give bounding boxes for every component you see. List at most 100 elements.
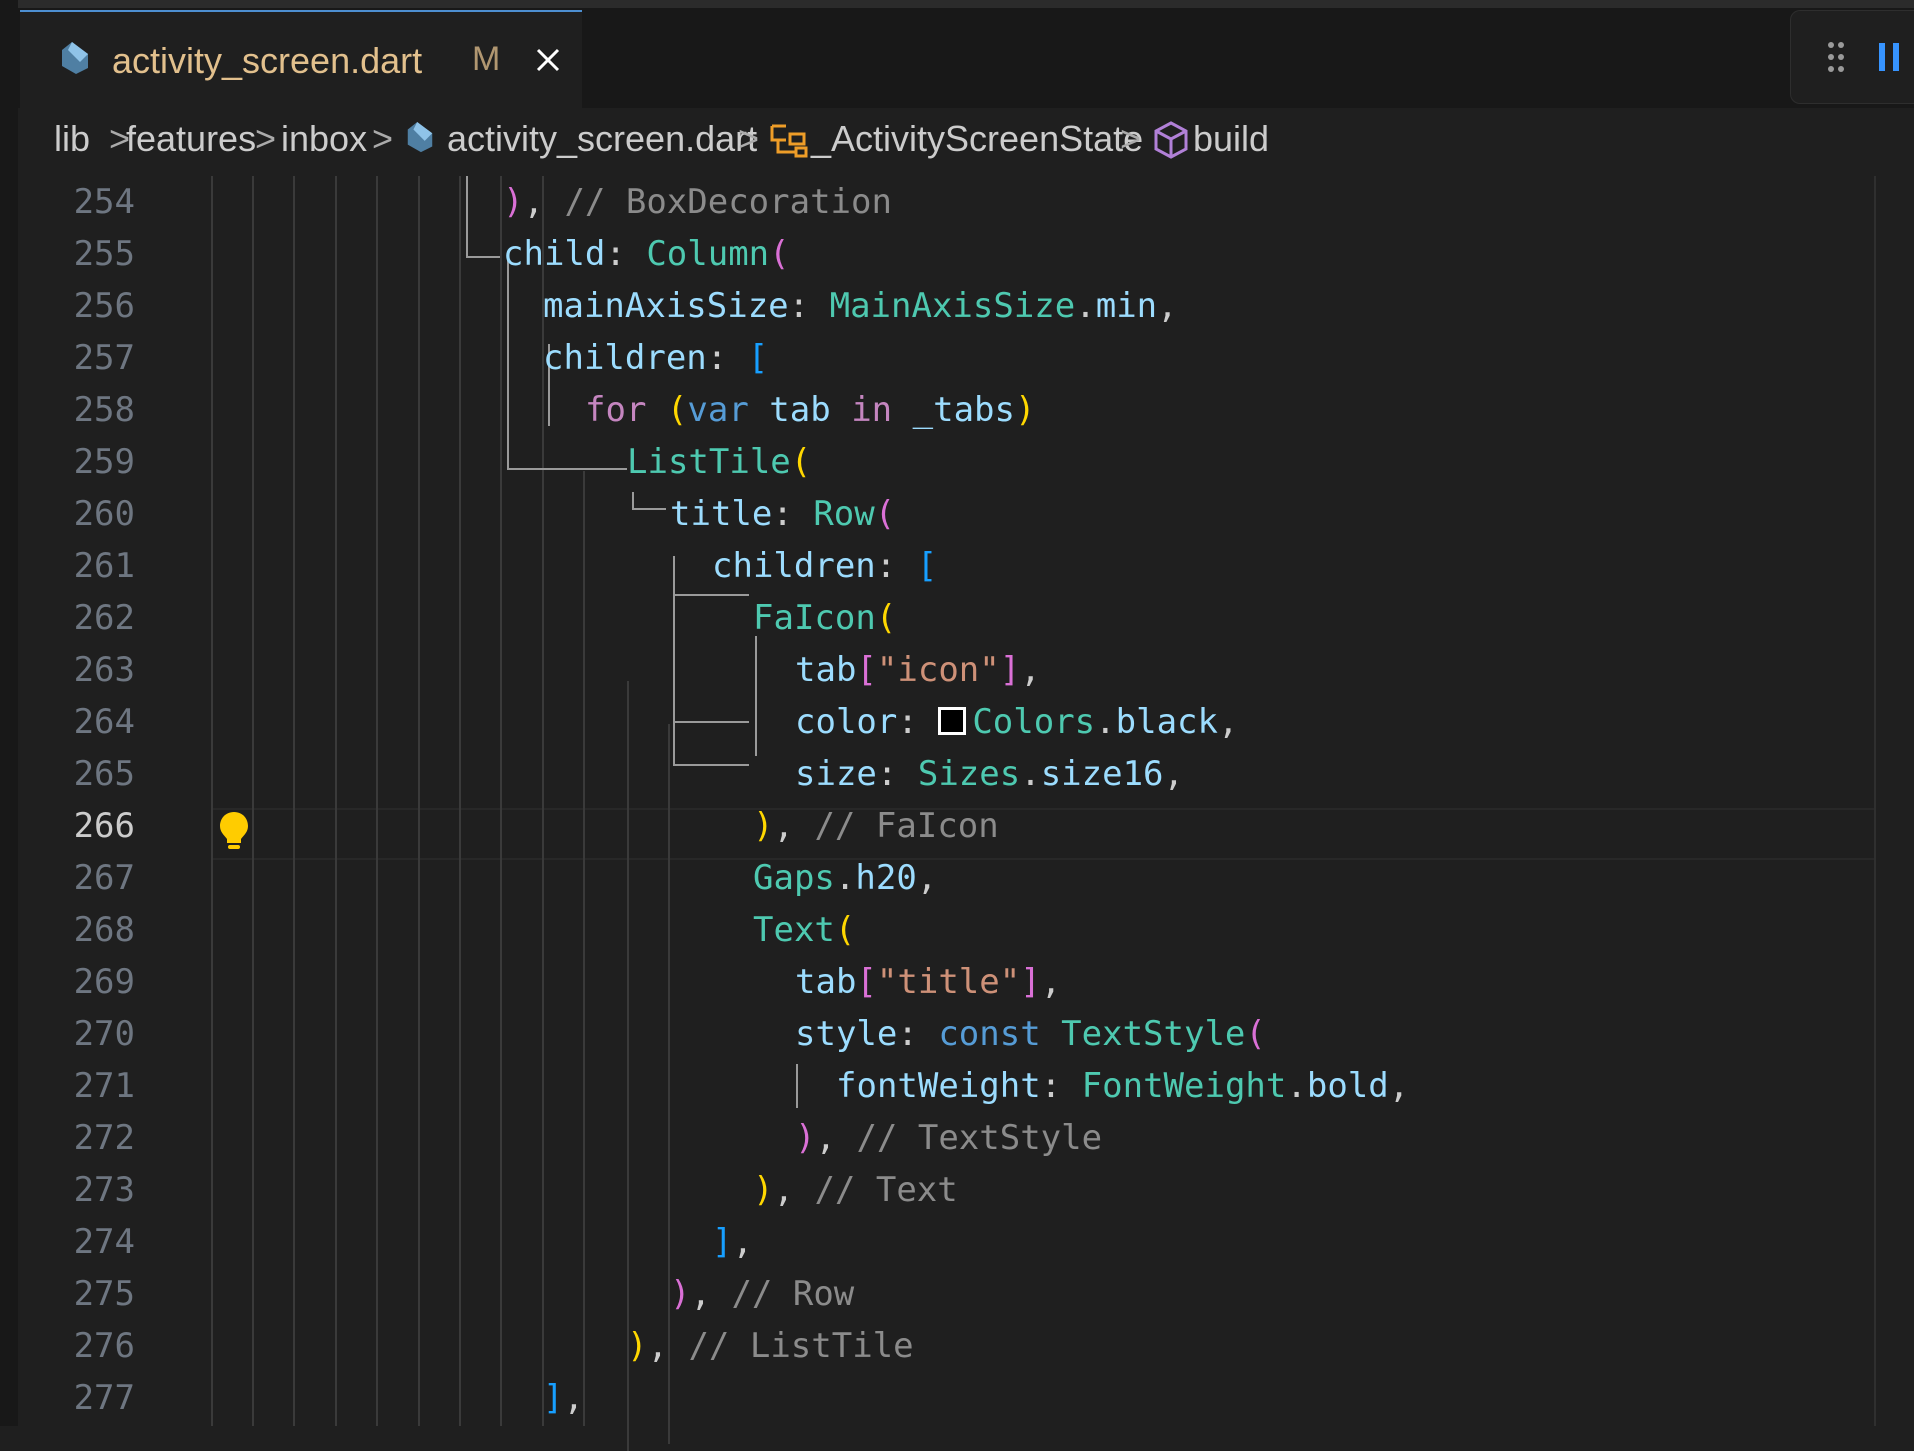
code-token: FaIcon [753,598,876,638]
close-icon[interactable] [528,40,568,80]
code-line[interactable]: ), // ListTile [627,1320,914,1372]
code-token: : [1040,1066,1082,1106]
tree-guide [673,594,749,596]
code-token: Colors [972,702,1096,742]
code-line[interactable]: Text( [753,904,855,956]
line-number[interactable]: 257 [40,332,135,384]
code-line[interactable]: ), // FaIcon [753,800,999,852]
code-line[interactable]: style: const TextStyle( [795,1008,1266,1060]
code-line[interactable]: ], [712,1216,753,1268]
breadcrumb-file[interactable]: activity_screen.dart [447,118,757,160]
code-token: title [670,494,773,534]
code-line[interactable]: for (var tab in _tabs) [585,384,1035,436]
code-token: // Text [814,1170,958,1210]
line-number[interactable]: 263 [40,644,135,696]
line-number[interactable]: 261 [40,540,135,592]
code-token: for [585,390,647,430]
code-token: : [897,1014,939,1054]
code-token: tab [795,650,857,690]
line-number[interactable]: 276 [40,1320,135,1372]
code-token: FontWeight [1081,1066,1287,1106]
code-token: ) [670,1274,691,1314]
code-editor[interactable]: 254 ), // BoxDecoration 255 child: Column( 2… [0,176,1914,1451]
code-line[interactable]: color: Colors.black, [795,696,1238,748]
breadcrumb-features[interactable]: features [126,118,256,160]
code-token: var [687,390,749,430]
line-number[interactable]: 273 [40,1164,135,1216]
line-number[interactable]: 268 [40,904,135,956]
line-number[interactable]: 270 [40,1008,135,1060]
line-number[interactable]: 264 [40,696,135,748]
indent-guide [335,176,337,1426]
breadcrumb-separator: > [738,118,760,159]
code-token: , [1388,1066,1410,1106]
code-line[interactable]: children: [ [712,540,937,592]
code-line[interactable]: size: Sizes.size16, [795,748,1184,800]
line-number[interactable]: 275 [40,1268,135,1320]
code-token: tab [769,390,831,430]
line-number[interactable]: 262 [40,592,135,644]
code-line[interactable]: ), // TextStyle [795,1112,1102,1164]
code-token: . [834,858,856,898]
code-token: , [1157,286,1178,326]
line-number[interactable]: 256 [40,280,135,332]
code-line[interactable]: ListTile( [627,436,811,488]
color-swatch[interactable] [938,707,967,735]
code-token: h20 [855,858,917,898]
code-token: Row [813,494,875,534]
code-line[interactable]: child: Column( [503,228,790,280]
code-token: : [876,754,918,794]
line-number[interactable]: 258 [40,384,135,436]
code-line[interactable]: fontWeight: FontWeight.bold, [836,1060,1409,1112]
code-token: , [1163,754,1184,794]
code-token: ] [1020,962,1041,1002]
line-number[interactable]: 274 [40,1216,135,1268]
code-line[interactable]: Gaps.h20, [753,852,937,904]
editor-tab-activity-screen[interactable]: activity_screen.dart M [20,10,582,108]
line-number[interactable]: 272 [40,1112,135,1164]
line-number[interactable]: 267 [40,852,135,904]
lightbulb-icon[interactable] [218,810,250,857]
code-token: children [543,338,707,378]
line-number[interactable]: 266 [40,800,135,852]
code-line[interactable]: ), // Row [670,1268,854,1320]
code-token: , [732,1222,753,1262]
code-line[interactable]: title: Row( [670,488,895,540]
code-token: . [1075,286,1096,326]
line-number[interactable]: 271 [40,1060,135,1112]
code-token: , [815,1118,857,1158]
line-number[interactable]: 259 [40,436,135,488]
breadcrumb-class[interactable]: _ActivityScreenState [811,118,1143,160]
code-line[interactable]: children: [ [543,332,768,384]
code-token: "title" [876,962,1021,1002]
code-line[interactable]: ), // Text [753,1164,958,1216]
breadcrumb-method[interactable]: build [1193,118,1269,160]
code-token: . [1095,702,1116,742]
code-line[interactable]: tab["title"], [795,956,1061,1008]
code-token: MainAxisSize [829,286,1076,326]
pause-icon[interactable] [1877,37,1903,82]
breadcrumb-lib[interactable]: lib [54,118,90,160]
line-number[interactable]: 260 [40,488,135,540]
drag-handle-icon[interactable] [1827,39,1847,80]
code-token: [ [856,650,877,690]
code-line[interactable]: ], [543,1372,584,1424]
code-token: ) [795,1118,816,1158]
code-token: Column [646,234,770,274]
line-number[interactable]: 265 [40,748,135,800]
line-number[interactable]: 254 [40,176,135,228]
code-token: bold [1306,1066,1389,1106]
code-token: . [1020,754,1041,794]
code-token: : [772,494,814,534]
code-line[interactable]: tab["icon"], [795,644,1041,696]
code-token: [ [747,338,769,378]
code-line[interactable]: ), // BoxDecoration [503,176,892,228]
line-number[interactable]: 269 [40,956,135,1008]
indent-guide [459,176,461,1426]
line-number[interactable]: 277 [40,1372,135,1424]
code-line[interactable]: FaIcon( [753,592,896,644]
line-number[interactable]: 255 [40,228,135,280]
code-line[interactable]: mainAxisSize: MainAxisSize.min, [543,280,1178,332]
breadcrumb-inbox[interactable]: inbox [281,118,367,160]
